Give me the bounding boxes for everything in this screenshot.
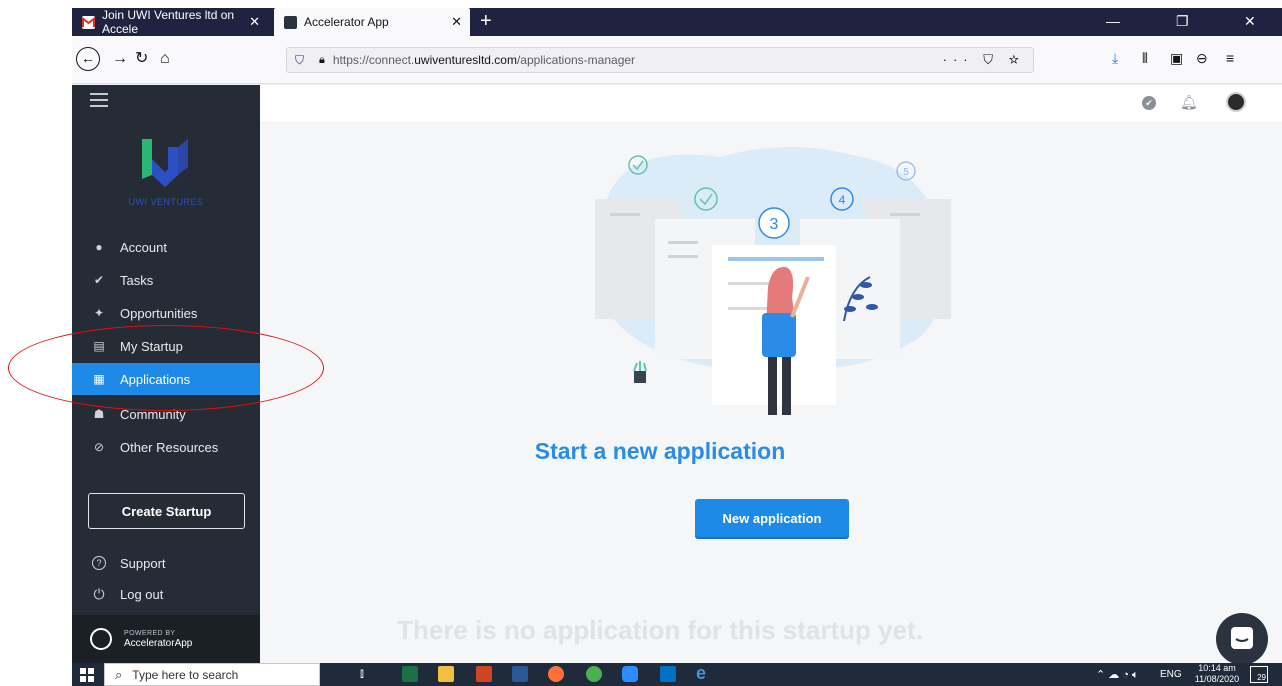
url-bar[interactable]: ⛉ 🔒︎ https://connect. uwiventuresltd.com /…: [286, 47, 1034, 73]
create-startup-button[interactable]: Create Startup: [88, 493, 245, 529]
nav-bar: ← → ↻ ⌂ ⛉ 🔒︎ https://connect. uwiventures…: [72, 36, 1282, 84]
annotation-ellipse: [8, 325, 324, 411]
sidebar-item-label: Opportunities: [120, 305, 198, 321]
file-explorer-icon[interactable]: [438, 666, 454, 682]
tab-accelerator-app[interactable]: Accelerator App ✕: [274, 8, 470, 36]
reload-icon[interactable]: ↻: [135, 50, 148, 68]
screenshot: Join UWI Ventures ltd on Accele ✕ Accele…: [0, 0, 1282, 686]
sidebar-item-other-resources[interactable]: ⊘ Other Resources: [72, 431, 260, 463]
firefox-icon[interactable]: [548, 666, 564, 682]
avatar[interactable]: [1226, 92, 1246, 112]
power-icon: ⏻: [93, 585, 105, 602]
zoom-icon[interactable]: [622, 666, 638, 682]
tab-title: Accelerator App: [304, 15, 389, 29]
sidebar-item-label: Support: [120, 555, 166, 571]
link-icon: ⊘: [93, 440, 105, 454]
megaphone-icon: ✦: [93, 306, 105, 320]
gmail-icon: [81, 15, 96, 29]
step-3-label: 3: [770, 216, 779, 233]
empty-state-message: There is no application for this startup…: [397, 615, 923, 645]
sidebar-item-support[interactable]: ? Support: [72, 547, 260, 579]
brand-name: UWI VENTURES: [128, 197, 204, 207]
notification-count: 29: [1257, 673, 1266, 682]
language-indicator[interactable]: ENG: [1160, 669, 1182, 680]
url-host: uwiventuresltd.com: [414, 53, 517, 67]
powerpoint-icon[interactable]: [476, 666, 492, 682]
page-heading: Start a new application: [534, 438, 786, 464]
sidebar-item-logout[interactable]: ⏻ Log out: [72, 578, 260, 610]
outlook-icon[interactable]: [660, 666, 676, 682]
page-actions[interactable]: ··· ⛉ ☆: [943, 52, 1025, 68]
download-icon[interactable]: ⤓: [1112, 50, 1118, 67]
bell-icon[interactable]: 🔔︎: [1180, 94, 1198, 111]
powered-by[interactable]: POWERED BY AcceleratorApp: [72, 615, 260, 663]
notification-center-icon[interactable]: 29: [1250, 666, 1268, 683]
close-icon[interactable]: ✕: [451, 15, 462, 28]
new-application-button[interactable]: New application: [695, 499, 849, 537]
people-icon: ☗: [93, 407, 105, 421]
chrome-icon[interactable]: [586, 666, 602, 682]
empty-state-illustration: 3 4 5: [595, 147, 951, 415]
uwi-ventures-logo: [142, 139, 188, 187]
step-4-label: 4: [839, 193, 846, 207]
help-circle-icon: ?: [92, 556, 106, 570]
restore-icon[interactable]: ❐: [1176, 13, 1189, 30]
task-view-icon[interactable]: ⫾: [360, 666, 376, 682]
taskbar-search-input[interactable]: ⌕ Type here to search: [104, 663, 320, 686]
new-tab-icon[interactable]: +: [480, 11, 492, 31]
home-icon[interactable]: ⌂: [160, 50, 170, 68]
accelerator-app-logo-icon: [90, 628, 112, 650]
menu-icon[interactable]: ≡: [1226, 50, 1234, 66]
edge-icon[interactable]: e: [696, 664, 712, 682]
sidebar-item-tasks[interactable]: ✔ Tasks: [72, 264, 260, 296]
powered-by-label: POWERED BY: [124, 630, 176, 637]
system-tray-icons[interactable]: ⌃ ☁ ◔ 🔈︎: [1096, 668, 1139, 682]
tab-join-uwi[interactable]: Join UWI Ventures ltd on Accele ✕: [72, 8, 268, 36]
back-icon[interactable]: ←: [76, 47, 100, 71]
check-circle-icon: ✔: [93, 273, 105, 287]
forward-icon[interactable]: →: [112, 50, 128, 68]
sidebar-item-label: Log out: [120, 586, 164, 602]
tab-bar: Join UWI Ventures ltd on Accele ✕ Accele…: [72, 8, 1282, 36]
check-circle-icon[interactable]: ✔: [1142, 96, 1156, 110]
sidebar-toggle-icon[interactable]: ▣: [1170, 50, 1183, 67]
main-content: 3 4 5 Start a new application New applic…: [260, 123, 1282, 663]
close-window-icon[interactable]: ✕: [1244, 13, 1256, 30]
url-scheme: https://connect.: [332, 53, 415, 67]
sidebar-item-label: Tasks: [120, 272, 154, 288]
url-path: /applications-manager: [516, 53, 636, 67]
accelerator-app-icon: [284, 15, 297, 29]
sidebar-item-label: Account: [120, 239, 167, 255]
person-icon: ●: [95, 240, 103, 254]
clock-time[interactable]: 10:14 am: [1192, 663, 1242, 673]
close-icon[interactable]: ✕: [249, 15, 260, 28]
step-5-label: 5: [903, 167, 909, 178]
clock-date[interactable]: 11/08/2020: [1192, 674, 1242, 684]
lock-icon[interactable]: 🔒︎: [319, 54, 325, 67]
search-placeholder: Type here to search: [132, 667, 239, 682]
tab-title: Join UWI Ventures ltd on Accele: [102, 8, 235, 36]
account-icon[interactable]: ⊖: [1196, 50, 1208, 67]
powered-by-name: AcceleratorApp: [124, 638, 193, 649]
word-icon[interactable]: [512, 666, 528, 682]
tracking-shield-icon[interactable]: ⛉: [295, 53, 309, 68]
chat-icon[interactable]: [1216, 613, 1268, 663]
windows-start-icon[interactable]: [80, 668, 94, 682]
search-icon: ⌕: [115, 666, 123, 682]
app-topbar: ✔ 🔔︎: [260, 85, 1282, 123]
excel-icon[interactable]: [402, 666, 418, 682]
windows-taskbar: ⌕ Type here to search ⫾ e ⌃ ☁ ◔ 🔈︎ ENG 1…: [72, 663, 1282, 686]
minimize-icon[interactable]: —: [1106, 13, 1120, 29]
sidebar-item-label: Other Resources: [120, 439, 219, 455]
hamburger-icon[interactable]: [90, 93, 108, 111]
sidebar-item-account[interactable]: ● Account: [72, 231, 260, 263]
library-icon[interactable]: ⫴: [1142, 50, 1148, 67]
